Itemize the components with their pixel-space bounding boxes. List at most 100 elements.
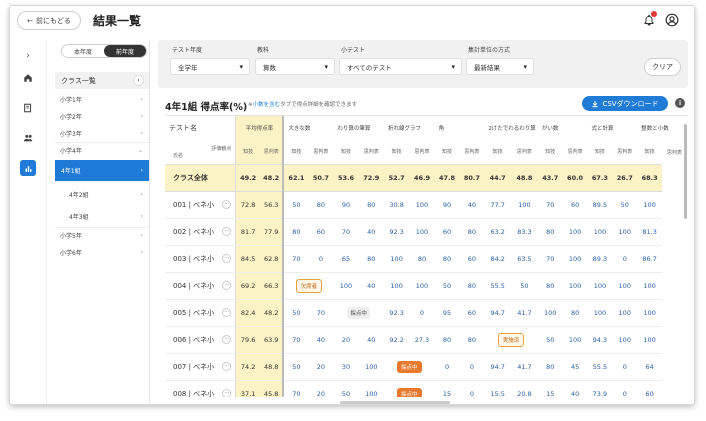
test-select[interactable]: すべてのテスト ▾ [339,58,462,75]
back-button[interactable]: ← 前にもどる [17,11,81,30]
class-item-4-2[interactable]: 4年2組 › [55,188,149,201]
class-average-value: 60.0 [562,163,588,192]
score-cell: 15 [434,380,460,397]
grade-item-3[interactable]: 小学3年 › [55,127,149,140]
horizontal-scrollbar[interactable] [340,401,450,404]
grade-item-4[interactable]: 小学4年 ⌄ [55,144,149,157]
grade-item-5[interactable]: 小学5年 › [55,229,149,242]
table-row[interactable]: 005 | べネ小 ⋯ 82.4 48.2 50 70 採点中 92.3 0 95 60 94.7 41… [165,299,687,327]
student-name-cell[interactable]: 008 | べネ小 ⋯ [165,380,237,397]
column-header-test[interactable]: がい数 [538,116,588,140]
more-icon[interactable]: ⋯ [222,226,232,236]
expand-rail-icon[interactable]: › [20,48,36,64]
score-cell: 81.7 [235,218,260,246]
score-cell: 48.8 [259,353,285,381]
student-name-cell[interactable]: 006 | べネ小 ⋯ [165,326,237,354]
column-header-test[interactable]: わり算の筆算 [333,116,384,140]
more-icon[interactable]: ⋯ [222,199,232,209]
class-list-title: クラス一覧 [61,76,96,85]
more-icon[interactable]: ⋯ [222,334,232,344]
score-cell: 100 [537,299,563,327]
student-name-cell[interactable]: 003 | べネ小 ⋯ [165,245,237,273]
more-icon[interactable]: ⋯ [222,307,232,317]
more-icon[interactable]: ⋯ [222,253,232,263]
score-cell: 84.5 [235,245,260,273]
column-header-test[interactable]: 式と計算 [588,116,638,140]
score-cell: 100 [562,326,588,354]
student-name-cell[interactable]: 004 | べネ小 ⋯ [165,272,237,300]
caret-down-icon: ▾ [523,63,527,71]
table-header-row: テスト名 平均得点率 大きな数 わり算の筆算 折れ線グラフ角 2けたでわるわり算 がい数 式と… [165,116,687,140]
column-header-test[interactable]: 折れ線グラフ [384,116,435,140]
vertical-scrollbar[interactable] [684,124,687,219]
score-cell: 80 [308,191,334,219]
note-link[interactable]: 小数を含む [253,102,281,108]
sub-header-viewpoint: 知技 [545,149,556,156]
clear-button[interactable]: クリア [644,58,681,76]
class-item-4-3[interactable]: 4年3組 › [55,210,149,223]
subject-select[interactable]: 算数 ▾ [255,58,335,75]
column-header-test[interactable]: 整数と小数 [637,116,687,140]
bar-chart-icon[interactable] [20,160,36,176]
status-badge: 欠席者 [295,278,323,293]
student-name-cell[interactable]: 002 | べネ小 ⋯ [165,218,237,246]
grade-item-1[interactable]: 小学1年 › [55,93,149,106]
class-average-value: 43.7 [537,163,563,192]
score-cell: 55.5 [587,353,613,381]
sub-header-viewpoint: 思判表 [259,140,285,164]
score-cell: 80 [459,326,485,354]
table-row[interactable]: 007 | べネ小 ⋯ 74.2 48.8 50 20 30 100 採点中 0 0 94.7 41.7… [165,353,687,381]
more-icon[interactable]: ⋯ [222,388,232,397]
filter-label-year: テスト年度 [172,47,203,54]
user-account-icon[interactable] [665,13,679,27]
score-cell: 64 [637,353,663,381]
collapse-icon[interactable]: ‹ [133,75,144,86]
column-header-test[interactable]: 角 [435,116,485,140]
score-cell: 100 [409,191,435,219]
class-average-value: 62.1 [283,163,309,192]
sub-header-viewpoint: 思判表 [567,149,583,156]
student-name-cell[interactable]: 001 | べネ小 ⋯ [165,191,237,219]
column-header-test[interactable]: 2けたでわるわり算 [484,116,538,140]
year-select[interactable]: 全学年 ▾ [170,58,250,75]
class-item-4-1[interactable]: 4年1組 › [55,160,149,181]
score-cell: 63.2 [484,218,512,246]
home-icon[interactable] [20,70,36,86]
table-row[interactable]: 001 | べネ小 ⋯ 72.8 56.3 50 80 90 80 30.8 100 90 40 77.… [165,191,687,219]
table-row[interactable]: 006 | べネ小 ⋯ 79.6 63.9 70 40 20 40 92.2 27.3 80 80 実施… [165,326,687,354]
score-cell: 0 [409,299,435,327]
score-cell: 20 [333,326,359,354]
table-row[interactable]: 004 | べネ小 ⋯ 69.2 66.3 欠席者 100 40 100 100 50 80 55.5… [165,272,687,300]
score-cell: 80 [537,353,563,381]
score-cell: 15.5 [484,380,512,397]
table-row[interactable]: 008 | べネ小 ⋯ 37.1 45.8 70 20 50 100 採点中 15 0 15.5 20.… [165,380,687,397]
score-cell: 80 [459,272,485,300]
more-icon[interactable]: ⋯ [222,361,232,371]
info-icon[interactable]: i [675,98,685,108]
table-title: 4年1組 得点率(%) [165,102,248,113]
column-header-test[interactable]: 大きな数 [283,116,333,140]
grade-item-2[interactable]: 小学2年 › [55,110,149,123]
student-name: 007 | べネ小 [173,362,215,371]
grade-item-6[interactable]: 小学6年 › [55,246,149,259]
tab-previous-year[interactable]: 前年度 [104,45,146,57]
caret-down-icon: ▾ [324,63,328,71]
student-name-cell[interactable]: 005 | べネ小 ⋯ [165,299,237,327]
sub-header-viewpoint: 思判表 [363,149,379,156]
filter-bar: テスト年度 全学年 ▾ 教科 算数 ▾ 小テスト すべてのテスト ▾ 集計単位の方式 … [158,40,688,88]
table-row[interactable]: 003 | べネ小 ⋯ 84.5 62.8 70 0 65 80 100 80 80 60 84.2 63… [165,245,687,273]
more-icon[interactable]: ⋯ [222,280,232,290]
results-table: テスト名 平均得点率 大きな数 わり算の筆算 折れ線グラフ角 2けたでわるわり算 がい数 式と… [165,115,687,397]
student-name: 006 | べネ小 [173,335,215,344]
score-cell: 60 [308,218,334,246]
document-edit-icon[interactable] [20,100,36,116]
people-icon[interactable] [20,130,36,146]
class-average-value: 67.3 [587,163,613,192]
tab-current-year[interactable]: 本年度 [62,45,104,57]
method-select[interactable]: 最新結果 ▾ [466,58,534,75]
score-cell: 56.3 [259,191,285,219]
csv-download-button[interactable]: CSVダウンロード [582,96,668,111]
class-average-value: 80.7 [459,163,485,192]
student-name-cell[interactable]: 007 | べネ小 ⋯ [165,353,237,381]
table-row[interactable]: 002 | べネ小 ⋯ 81.7 77.9 80 60 70 40 92.3 100 60 80 63.… [165,218,687,246]
